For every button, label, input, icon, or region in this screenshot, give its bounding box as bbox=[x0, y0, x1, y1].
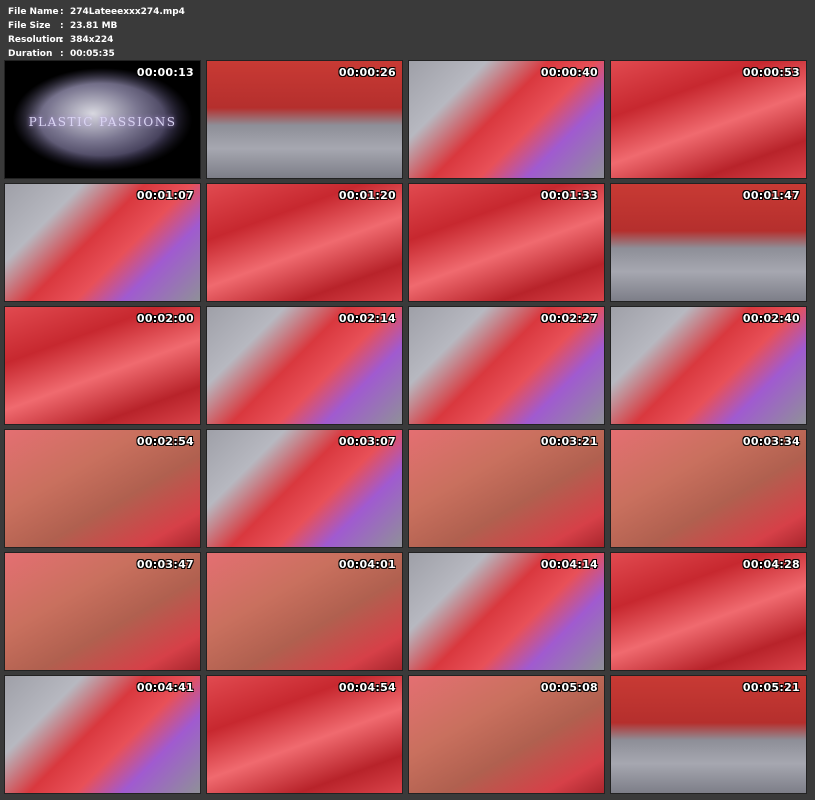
thumbnail[interactable]: 00:04:54 bbox=[206, 675, 403, 794]
timestamp: 00:02:54 bbox=[136, 435, 194, 448]
thumbnail[interactable]: 00:00:53 bbox=[610, 60, 807, 179]
resolution-value: 384x224 bbox=[70, 35, 114, 45]
thumbnail-grid: PLASTIC PASSIONS 00:00:13 00:00:26 00:00:40… bbox=[4, 60, 807, 794]
thumbnail[interactable]: 00:02:27 bbox=[408, 306, 605, 425]
thumbnail[interactable]: 00:02:14 bbox=[206, 306, 403, 425]
timestamp: 00:05:08 bbox=[540, 681, 598, 694]
timestamp: 00:04:14 bbox=[540, 558, 598, 571]
timestamp: 00:03:34 bbox=[742, 435, 800, 448]
file-name-value: 274Lateeexxx274.mp4 bbox=[70, 7, 185, 17]
thumbnail[interactable]: 00:02:40 bbox=[610, 306, 807, 425]
timestamp: 00:02:00 bbox=[136, 312, 194, 325]
resolution-row: Resolution : 384x224 bbox=[8, 33, 185, 47]
thumbnail[interactable]: 00:00:40 bbox=[408, 60, 605, 179]
thumbnail[interactable]: 00:01:33 bbox=[408, 183, 605, 302]
timestamp: 00:00:13 bbox=[136, 66, 194, 79]
timestamp: 00:02:40 bbox=[742, 312, 800, 325]
file-name-row: File Name : 274Lateeexxx274.mp4 bbox=[8, 5, 185, 19]
timestamp: 00:01:47 bbox=[742, 189, 800, 202]
resolution-label: Resolution bbox=[8, 35, 63, 45]
timestamp: 00:00:53 bbox=[742, 66, 800, 79]
thumbnail[interactable]: 00:02:00 bbox=[4, 306, 201, 425]
duration-value: 00:05:35 bbox=[70, 49, 115, 59]
timestamp: 00:01:20 bbox=[338, 189, 396, 202]
timestamp: 00:02:14 bbox=[338, 312, 396, 325]
timestamp: 00:01:33 bbox=[540, 189, 598, 202]
thumbnail[interactable]: 00:04:28 bbox=[610, 552, 807, 671]
thumbnail[interactable]: 00:01:07 bbox=[4, 183, 201, 302]
separator: : bbox=[60, 35, 64, 45]
timestamp: 00:04:28 bbox=[742, 558, 800, 571]
file-size-value: 23.81 MB bbox=[70, 21, 118, 31]
thumbnail[interactable]: 00:01:47 bbox=[610, 183, 807, 302]
file-size-label: File Size bbox=[8, 21, 51, 31]
thumbnail[interactable]: 00:03:47 bbox=[4, 552, 201, 671]
timestamp: 00:03:21 bbox=[540, 435, 598, 448]
thumbnail[interactable]: 00:04:01 bbox=[206, 552, 403, 671]
thumbnail[interactable]: 00:03:34 bbox=[610, 429, 807, 548]
thumbnail[interactable]: 00:05:08 bbox=[408, 675, 605, 794]
timestamp: 00:02:27 bbox=[540, 312, 598, 325]
timestamp: 00:03:07 bbox=[338, 435, 396, 448]
file-name-label: File Name bbox=[8, 7, 59, 17]
timestamp: 00:04:41 bbox=[136, 681, 194, 694]
file-info-panel: File Name : 274Lateeexxx274.mp4 File Siz… bbox=[8, 5, 185, 61]
duration-label: Duration bbox=[8, 49, 53, 59]
timestamp: 00:03:47 bbox=[136, 558, 194, 571]
thumbnail[interactable]: 00:00:26 bbox=[206, 60, 403, 179]
timestamp: 00:04:54 bbox=[338, 681, 396, 694]
timestamp: 00:01:07 bbox=[136, 189, 194, 202]
timestamp: 00:00:40 bbox=[540, 66, 598, 79]
thumbnail[interactable]: 00:04:14 bbox=[408, 552, 605, 671]
separator: : bbox=[60, 21, 64, 31]
timestamp: 00:05:21 bbox=[742, 681, 800, 694]
file-size-row: File Size : 23.81 MB bbox=[8, 19, 185, 33]
intro-title: PLASTIC PASSIONS bbox=[28, 115, 177, 129]
thumbnail[interactable]: 00:04:41 bbox=[4, 675, 201, 794]
separator: : bbox=[60, 7, 64, 17]
timestamp: 00:04:01 bbox=[338, 558, 396, 571]
timestamp: 00:00:26 bbox=[338, 66, 396, 79]
thumbnail[interactable]: 00:05:21 bbox=[610, 675, 807, 794]
thumbnail[interactable]: 00:03:07 bbox=[206, 429, 403, 548]
separator: : bbox=[60, 49, 64, 59]
duration-row: Duration : 00:05:35 bbox=[8, 47, 185, 61]
thumbnail[interactable]: 00:03:21 bbox=[408, 429, 605, 548]
thumbnail[interactable]: 00:02:54 bbox=[4, 429, 201, 548]
thumbnail[interactable]: PLASTIC PASSIONS 00:00:13 bbox=[4, 60, 201, 179]
thumbnail[interactable]: 00:01:20 bbox=[206, 183, 403, 302]
